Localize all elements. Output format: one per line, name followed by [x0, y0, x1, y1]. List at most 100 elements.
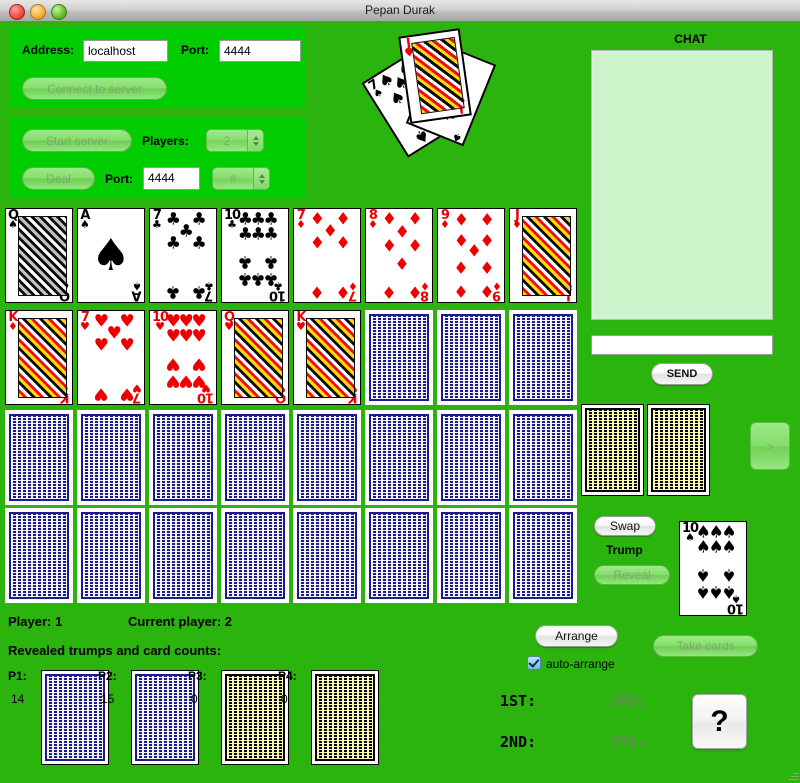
card-9-diamonds[interactable]: 9 ♦ 9 ♦ ♦ ♦ ♦ ♦ ♦ ♦ ♦ ♦ ♦	[437, 208, 505, 303]
player-trump-card-4[interactable]	[311, 670, 379, 765]
deal-button[interactable]: Deal	[22, 167, 95, 190]
card-back-pattern	[441, 414, 501, 501]
pip: ♦	[479, 231, 495, 252]
card-10-clubs[interactable]: 10 ♣ 10 ♣ ♣ ♣ ♣ ♣ ♣ ♣ ♣ ♣ ♣ ♣ ♣	[221, 208, 289, 303]
card-pips: ♥ ♥ ♥ ♥ ♥ ♥ ♥ ♥ ♥ ♥ ♥	[161, 313, 213, 401]
placement-4: 4TH:	[610, 733, 647, 751]
card-back[interactable]	[5, 410, 73, 505]
auto-arrange-checkbox[interactable]	[527, 656, 541, 670]
card-back[interactable]	[221, 410, 289, 505]
card-back[interactable]	[149, 508, 217, 603]
card-back[interactable]	[365, 310, 433, 405]
card-back-pattern	[441, 314, 501, 401]
card-back[interactable]	[293, 410, 361, 505]
card-pips: ♠ ♠ ♠ ♠ ♠ ♠ ♠ ♠ ♠ ♠ ♠	[691, 524, 743, 612]
card-10-hearts[interactable]: 10 ♥ 10 ♥ ♥ ♥ ♥ ♥ ♥ ♥ ♥ ♥ ♥ ♥ ♥	[149, 310, 217, 405]
card-Q-spades[interactable]: Q♠Q♠	[5, 208, 73, 303]
next-button[interactable]: >	[750, 422, 790, 470]
players-spinner-arrows[interactable]	[247, 130, 263, 151]
player-name-1: P1:	[8, 669, 27, 683]
card-back[interactable]	[77, 508, 145, 603]
deck-card[interactable]	[647, 404, 710, 496]
card-back[interactable]	[221, 508, 289, 603]
card-back-pattern	[45, 674, 105, 761]
card-7-hearts[interactable]: 7 ♥ 7 ♥ ♥ ♥ ♥ ♥ ♥ ♥ ♥	[77, 310, 145, 405]
card-corner-top: Q ♠	[8, 208, 19, 232]
card-pips: ♦ ♦ ♦ ♦ ♦ ♦ ♦ ♦ ♦	[449, 212, 501, 301]
current-player-label: Current player: 2	[128, 614, 233, 629]
pip: ♣	[263, 251, 279, 272]
chat-panel: CHAT SEND	[588, 28, 793, 393]
address-input[interactable]: localhost	[83, 40, 168, 62]
chat-send-button[interactable]: SEND	[651, 363, 713, 385]
chat-input[interactable]	[591, 335, 773, 355]
help-button[interactable]: ?	[692, 694, 747, 749]
resize-grip[interactable]	[785, 768, 799, 782]
card-back[interactable]	[437, 410, 505, 505]
card-back[interactable]	[509, 310, 577, 405]
hash-spinner-arrows[interactable]	[253, 168, 269, 189]
server-port-input[interactable]: 4444	[143, 167, 200, 190]
pip: ♦	[381, 281, 398, 302]
card-8-diamonds[interactable]: 8 ♦ 8 ♦ ♦ ♦ ♦ ♦ ♦ ♦ ♦ ♦	[365, 208, 433, 303]
card-back[interactable]	[149, 410, 217, 505]
card-corner-top: K ♦	[8, 310, 18, 334]
card-7-diamonds[interactable]: 7 ♦ 7 ♦ ♦ ♦ ♦ ♦ ♦ ♦ ♦	[293, 208, 361, 303]
server-panel: Start server Players: 2 Deal Port: 4444 …	[10, 117, 306, 197]
chevron-down-icon[interactable]	[258, 179, 265, 184]
swap-button[interactable]: Swap	[594, 516, 656, 536]
chevron-up-icon[interactable]	[252, 135, 259, 140]
card-back[interactable]	[509, 410, 577, 505]
player-trump-card-3[interactable]	[221, 670, 289, 765]
pip: ♥	[191, 353, 207, 374]
card-back[interactable]	[509, 508, 577, 603]
deck-card[interactable]	[581, 404, 644, 496]
card-back[interactable]	[365, 410, 433, 505]
connect-to-server-button[interactable]: Connect to server	[22, 77, 167, 100]
pip: ♠	[695, 564, 712, 585]
pip: ♦	[453, 280, 470, 301]
players-label: Players:	[142, 134, 189, 148]
card-J-diamonds[interactable]: J♦J♦	[509, 208, 577, 303]
card-back[interactable]	[5, 508, 73, 603]
card-back[interactable]	[365, 508, 433, 603]
hash-spinner[interactable]: #	[212, 167, 270, 190]
card-back-pattern	[441, 512, 501, 599]
chevron-up-icon[interactable]	[258, 173, 265, 178]
card-K-hearts[interactable]: K♥K♥	[293, 310, 361, 405]
card-back-pattern	[153, 414, 213, 501]
card-7-clubs[interactable]: 7 ♣ 7 ♣ ♣ ♣ ♣ ♣ ♣ ♣ ♣	[149, 208, 217, 303]
card-Q-hearts[interactable]: Q♥Q♥	[221, 310, 289, 405]
hash-spinner-value: #	[229, 171, 237, 186]
card-back[interactable]	[77, 410, 145, 505]
player-name-2: P2:	[98, 669, 117, 683]
pip: ♦	[394, 252, 410, 273]
court-figure	[233, 317, 284, 398]
fan-card-3[interactable]: J♥J♥	[398, 28, 472, 124]
connect-port-input[interactable]: 4444	[219, 40, 301, 62]
court-figure	[17, 317, 68, 398]
trump-label: Trump	[606, 543, 643, 557]
start-server-button[interactable]: Start server	[22, 129, 132, 152]
card-corner-top: Q ♥	[224, 310, 235, 334]
take-cards-button[interactable]: Take cards	[653, 635, 758, 657]
arrange-button[interactable]: Arrange	[535, 625, 618, 647]
player-trump-card-2[interactable]	[131, 670, 199, 765]
pip: ♣	[165, 233, 182, 254]
player-trump-card-1[interactable]	[41, 670, 109, 765]
card-back-pattern	[225, 414, 285, 501]
chevron-down-icon[interactable]	[252, 141, 259, 146]
pip: ♠	[91, 229, 131, 281]
card-A-spades[interactable]: A ♠ A ♠ ♠	[77, 208, 145, 303]
card-K-diamonds[interactable]: K♦K♦	[5, 310, 73, 405]
card-back[interactable]	[293, 508, 361, 603]
address-label: Address:	[22, 43, 75, 57]
trump-card-face[interactable]: 10 ♠ 10 ♠ ♠ ♠ ♠ ♠ ♠ ♠ ♠ ♠ ♠ ♠ ♠	[679, 521, 747, 616]
court-figure	[521, 215, 572, 296]
reveal-button[interactable]: Reveal	[594, 565, 670, 585]
card-back[interactable]	[437, 310, 505, 405]
pip: ♦	[309, 233, 326, 254]
players-spinner[interactable]: 2	[206, 129, 264, 152]
card-back[interactable]	[437, 508, 505, 603]
card-corner-top: K ♥	[296, 310, 306, 334]
